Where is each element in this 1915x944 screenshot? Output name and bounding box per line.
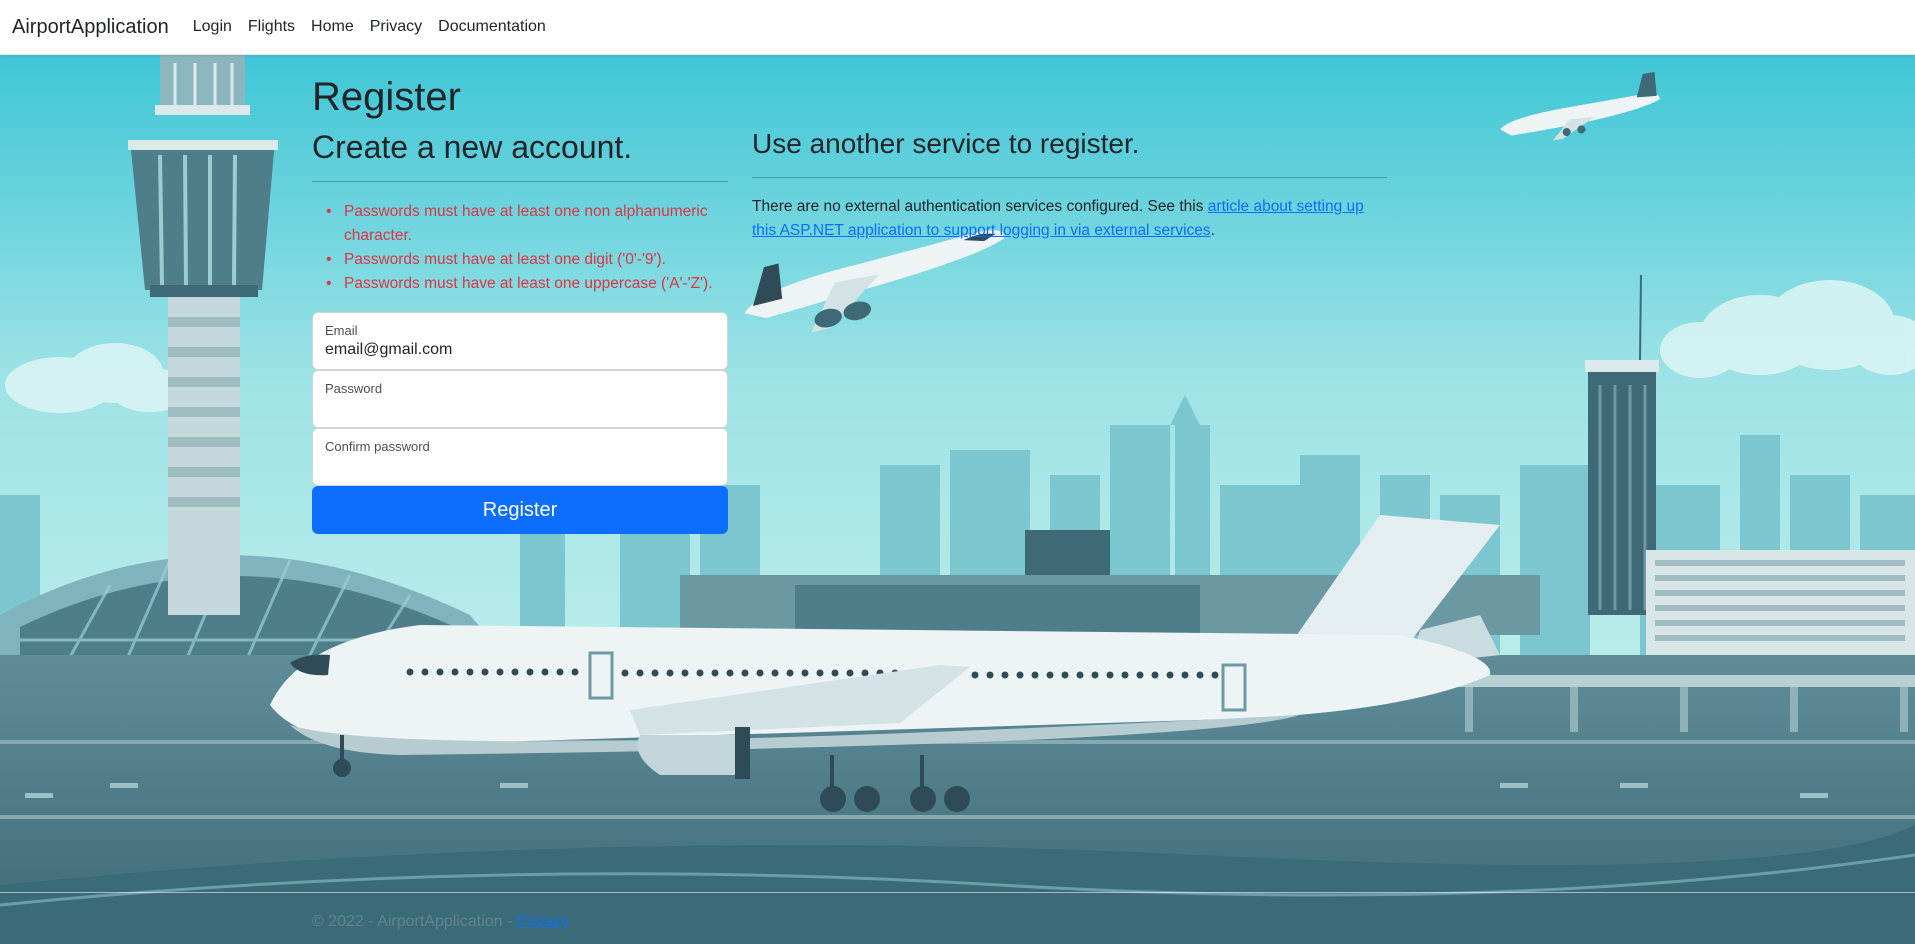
external-login-info: There are no external authentication ser… bbox=[752, 195, 1392, 243]
nav-link-flights[interactable]: Flights bbox=[248, 18, 295, 36]
nav-link-home[interactable]: Home bbox=[311, 18, 354, 36]
brand-link[interactable]: AirportApplication bbox=[12, 16, 169, 39]
password-field[interactable]: Password bbox=[312, 370, 728, 428]
external-login-title: Use another service to register. bbox=[752, 128, 1140, 159]
password-label: Password bbox=[325, 381, 383, 396]
validation-error: Passwords must have at least one digit (… bbox=[320, 248, 730, 272]
confirm-password-label: Confirm password bbox=[325, 439, 430, 454]
footer-privacy-link[interactable]: Privacy bbox=[517, 913, 569, 930]
form-subtitle: Create a new account. bbox=[312, 129, 633, 165]
divider bbox=[312, 181, 728, 182]
external-info-end: . bbox=[1210, 222, 1215, 239]
email-value[interactable]: email@gmail.com bbox=[325, 341, 452, 359]
page-title: Register bbox=[312, 75, 461, 119]
divider bbox=[752, 177, 1387, 178]
footer-copyright: © 2022 - AirportApplication - bbox=[312, 913, 517, 930]
confirm-password-field[interactable]: Confirm password bbox=[312, 428, 728, 486]
footer-divider bbox=[0, 892, 1915, 893]
register-page-content: Register Create a new account. Passwords… bbox=[0, 55, 1915, 944]
email-field[interactable]: Email email@gmail.com bbox=[312, 312, 728, 370]
external-info-text: There are no external authentication ser… bbox=[752, 198, 1208, 215]
footer: © 2022 - AirportApplication - Privacy bbox=[312, 913, 569, 931]
nav-link-login[interactable]: Login bbox=[193, 18, 232, 36]
nav-link-privacy[interactable]: Privacy bbox=[370, 18, 422, 36]
email-label: Email bbox=[325, 323, 358, 338]
register-button[interactable]: Register bbox=[312, 486, 728, 534]
validation-error: Passwords must have at least one non alp… bbox=[320, 200, 730, 248]
validation-summary: Passwords must have at least one non alp… bbox=[320, 200, 730, 296]
validation-error: Passwords must have at least one upperca… bbox=[320, 272, 730, 296]
nav-link-documentation[interactable]: Documentation bbox=[438, 18, 546, 36]
top-navbar: AirportApplication Login Flights Home Pr… bbox=[0, 0, 1915, 55]
